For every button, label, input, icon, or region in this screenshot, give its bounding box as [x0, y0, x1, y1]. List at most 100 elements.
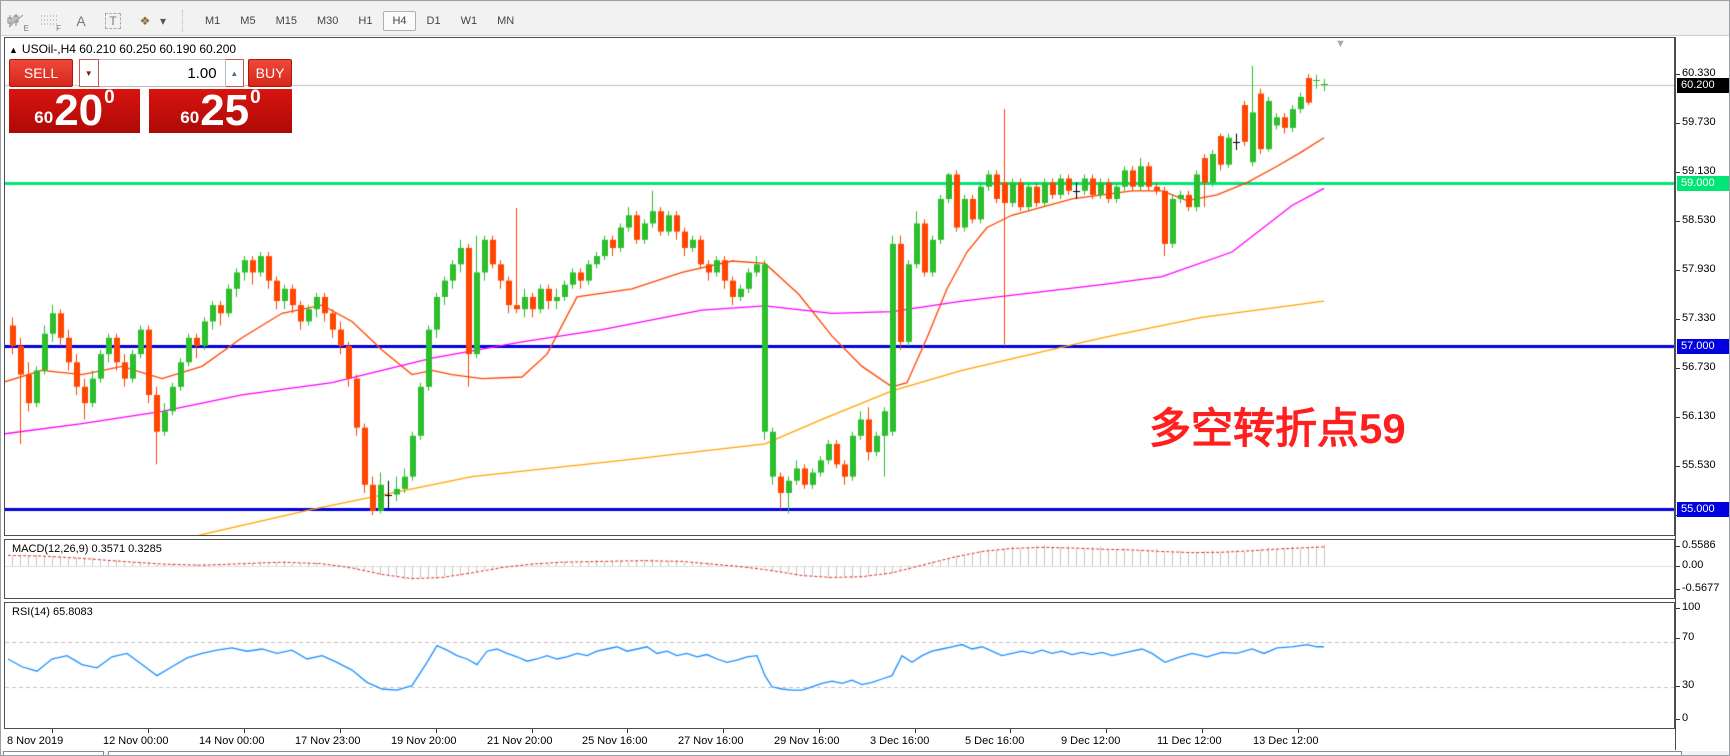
rsi-label: RSI(14) 65.8083	[10, 606, 95, 618]
time-tick-label: 17 Nov 23:00	[295, 735, 360, 747]
time-tick-label: 29 Nov 16:00	[774, 735, 839, 747]
price-tick-label: 57.330	[1682, 312, 1716, 324]
time-tick-label: 13 Dec 12:00	[1253, 735, 1318, 747]
time-tick-mark	[1202, 729, 1203, 733]
time-tick-label: 8 Nov 2019	[7, 735, 63, 747]
sell-button[interactable]: SELL	[9, 59, 73, 87]
macd-scale-tick	[1676, 566, 1680, 567]
time-tick-label: 12 Nov 00:00	[103, 735, 168, 747]
bottom-tab-strip	[1, 751, 1729, 756]
price-tick-label: 56.130	[1682, 410, 1716, 422]
macd-scale-label: 0.00	[1682, 559, 1703, 571]
time-axis[interactable]: 8 Nov 2019 12 Nov 00:00 14 Nov 00:00 17 Nov…	[4, 729, 1675, 750]
timeframe-bar: M1M5M15M30H1H4D1W1MN	[195, 11, 524, 31]
rsi-scale-label: 100	[1682, 601, 1700, 613]
price-badge-60.200: 60.200	[1677, 78, 1729, 93]
time-tick-mark	[819, 729, 820, 733]
macd-canvas[interactable]	[5, 540, 1674, 598]
icon-sub-label: F	[56, 24, 61, 33]
diamonds-glyph: ❖	[140, 14, 151, 28]
text-label-icon[interactable]: A	[68, 10, 94, 32]
timeframe-button-w1[interactable]: W1	[452, 11, 487, 31]
sell-price-big: 20	[54, 91, 103, 131]
timeframe-button-h4[interactable]: H4	[383, 11, 415, 31]
collapse-arrow-icon[interactable]: ▲	[9, 45, 18, 55]
time-tick-mark	[1010, 729, 1011, 733]
price-tick-label: 58.530	[1682, 214, 1716, 226]
objects-arrows-icon[interactable]: ❖	[132, 10, 158, 32]
buy-button[interactable]: BUY	[248, 59, 292, 87]
quantity-decrease-button[interactable]: ▼	[79, 59, 99, 87]
rsi-indicator-panel[interactable]: RSI(14) 65.8083	[4, 602, 1675, 729]
icon-sub-label: E	[24, 24, 29, 33]
letter-t-glyph: T	[105, 13, 120, 29]
price-tick-mark	[1676, 123, 1680, 124]
quantity-increase-button[interactable]: ▲	[226, 59, 245, 87]
time-tick-mark	[148, 729, 149, 733]
time-tick-mark	[244, 729, 245, 733]
timeframe-button-m1[interactable]: M1	[196, 11, 229, 31]
price-badge-59.000: 59.000	[1677, 176, 1729, 191]
time-tick-mark	[532, 729, 533, 733]
letter-a-glyph: A	[76, 13, 85, 29]
rsi-scale-label: 70	[1682, 631, 1694, 643]
objects-dropdown-caret-icon[interactable]: ▾	[157, 10, 169, 32]
rsi-canvas[interactable]	[5, 603, 1674, 728]
price-tick-mark	[1676, 172, 1680, 173]
buy-price-small: 60	[180, 108, 199, 131]
time-tick-label: 5 Dec 16:00	[965, 735, 1024, 747]
quantity-input[interactable]	[99, 59, 226, 87]
time-tick-label: 3 Dec 16:00	[870, 735, 929, 747]
time-tick-label: 25 Nov 16:00	[582, 735, 647, 747]
rsi-scale-label: 30	[1682, 679, 1694, 691]
price-tick-mark	[1676, 270, 1680, 271]
price-badge-55.000: 55.000	[1677, 502, 1729, 517]
timeframe-button-m15[interactable]: M15	[267, 11, 306, 31]
main-toolbar: E F A T ❖ ▾ M1M5M15M30H1H4D1W1MN	[1, 6, 1729, 36]
indicator-list-icon[interactable]: E	[4, 10, 30, 32]
price-tick-mark	[1676, 74, 1680, 75]
time-tick-label: 14 Nov 00:00	[199, 735, 264, 747]
rsi-scale-tick	[1676, 719, 1680, 720]
timeframe-button-mn[interactable]: MN	[488, 11, 523, 31]
macd-scale-label: 0.5586	[1682, 539, 1716, 551]
text-box-icon[interactable]: T	[100, 10, 126, 32]
time-tick-mark	[340, 729, 341, 733]
bottom-tab-main[interactable]	[108, 751, 1682, 756]
timeframe-button-m5[interactable]: M5	[231, 11, 264, 31]
price-tick-mark	[1676, 417, 1680, 418]
time-tick-mark	[723, 729, 724, 733]
macd-indicator-panel[interactable]: MACD(12,26,9) 0.3571 0.3285	[4, 539, 1675, 599]
time-tick-label: 27 Nov 16:00	[678, 735, 743, 747]
price-tick-label: 59.730	[1682, 116, 1716, 128]
grid-icon[interactable]: F	[36, 10, 62, 32]
price-axis[interactable]: 60.33059.73059.13058.53057.93057.33056.7…	[1675, 37, 1730, 750]
rsi-scale-tick	[1676, 608, 1680, 609]
chart-header: ▲ USOil-,H4 60.210 60.250 60.190 60.200	[9, 42, 236, 56]
macd-scale-tick	[1676, 546, 1680, 547]
price-tick-mark	[1676, 319, 1680, 320]
chart-shift-marker-icon[interactable]: ▼	[1335, 38, 1346, 50]
rsi-scale-tick	[1676, 686, 1680, 687]
sell-price-display[interactable]: 60 20 0	[9, 89, 140, 133]
time-tick-mark	[52, 729, 53, 733]
time-tick-mark	[436, 729, 437, 733]
time-tick-label: 9 Dec 12:00	[1061, 735, 1120, 747]
timeframe-button-m30[interactable]: M30	[308, 11, 347, 31]
buy-price-sup: 0	[250, 89, 261, 107]
buy-price-display[interactable]: 60 25 0	[149, 89, 292, 133]
time-tick-mark	[1106, 729, 1107, 733]
bottom-tab-left[interactable]	[3, 751, 104, 756]
time-tick-mark	[627, 729, 628, 733]
price-tick-mark	[1676, 368, 1680, 369]
timeframe-button-d1[interactable]: D1	[418, 11, 450, 31]
price-tick-label: 56.730	[1682, 361, 1716, 373]
mt4-window: E F A T ❖ ▾ M1M5M15M30H1H4D1W1MN ▲ USOil-…	[0, 0, 1730, 756]
sell-price-sup: 0	[104, 89, 115, 107]
timeframe-button-h1[interactable]: H1	[349, 11, 381, 31]
one-click-trade-widget: SELL ▼ ▲ BUY 60 20 0 60 25 0	[9, 59, 292, 133]
symbol-ohlc-text: USOil-,H4 60.210 60.250 60.190 60.200	[22, 42, 236, 56]
price-badge-57.000: 57.000	[1677, 339, 1729, 354]
macd-scale-tick	[1676, 589, 1680, 590]
macd-label: MACD(12,26,9) 0.3571 0.3285	[10, 543, 164, 555]
